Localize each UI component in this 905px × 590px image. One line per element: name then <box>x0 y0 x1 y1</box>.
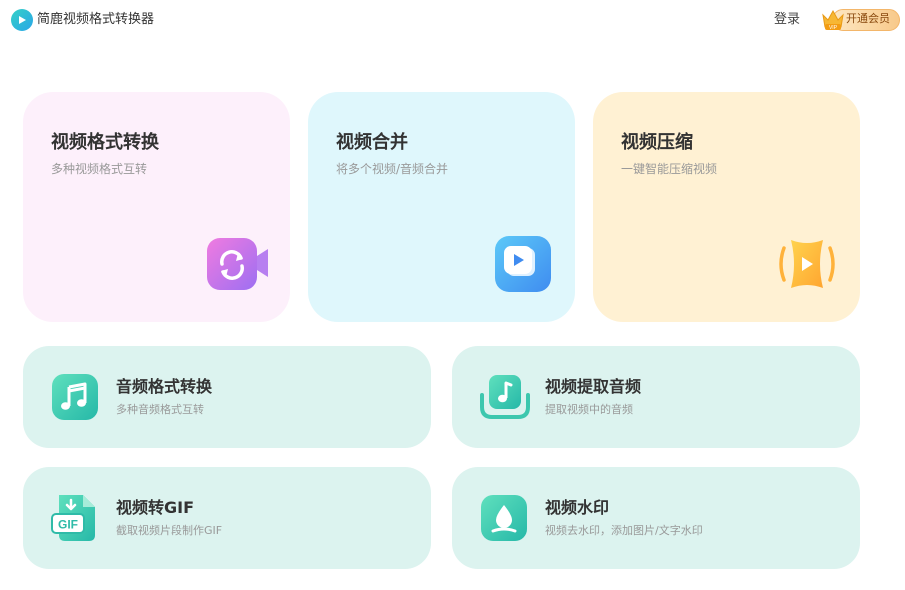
video-merge-card[interactable]: 视频合并 将多个视频/音频合并 <box>308 92 575 322</box>
music-note-icon <box>52 374 98 420</box>
video-to-gif-title: 视频转GIF <box>116 498 195 517</box>
crown-icon: VIP <box>822 9 844 31</box>
extract-audio-card[interactable]: 视频提取音频 提取视频中的音频 <box>452 346 860 448</box>
video-compress-title: 视频压缩 <box>621 132 693 153</box>
watermark-card[interactable]: 视频水印 视频去水印，添加图片/文字水印 <box>452 467 860 569</box>
extract-audio-title: 视频提取音频 <box>545 377 642 396</box>
audio-convert-title: 音频格式转换 <box>116 377 213 396</box>
video-merge-subtitle: 将多个视频/音频合并 <box>336 162 449 176</box>
water-drop-icon <box>481 495 527 541</box>
app-logo-icon <box>11 9 33 31</box>
refresh-video-icon <box>207 238 268 290</box>
gif-file-icon: GIF <box>51 495 95 541</box>
compress-play-icon <box>779 240 835 288</box>
audio-convert-card[interactable]: 音频格式转换 多种音频格式互转 <box>23 346 431 448</box>
svg-text:GIF: GIF <box>58 518 78 532</box>
music-extract-icon <box>480 375 530 419</box>
top-bar: 简鹿视频格式转换器 登录 VIP 开通会员 <box>0 0 905 42</box>
play-stack-icon <box>495 236 551 292</box>
watermark-subtitle: 视频去水印，添加图片/文字水印 <box>545 524 703 537</box>
video-merge-title: 视频合并 <box>336 132 408 153</box>
video-compress-card[interactable]: 视频压缩 一键智能压缩视频 <box>593 92 860 322</box>
video-to-gif-subtitle: 截取视频片段制作GIF <box>116 524 223 537</box>
video-convert-title: 视频格式转换 <box>51 132 159 153</box>
app-title: 简鹿视频格式转换器 <box>37 12 155 27</box>
login-link[interactable]: 登录 <box>774 11 800 29</box>
audio-convert-subtitle: 多种音频格式互转 <box>116 403 204 416</box>
extract-audio-subtitle: 提取视频中的音频 <box>545 403 633 416</box>
video-to-gif-card[interactable]: GIF 视频转GIF 截取视频片段制作GIF <box>23 467 431 569</box>
vip-button[interactable]: VIP 开通会员 <box>820 7 902 33</box>
video-compress-subtitle: 一键智能压缩视频 <box>621 162 718 176</box>
video-convert-subtitle: 多种视频格式互转 <box>51 162 148 176</box>
svg-text:VIP: VIP <box>829 25 838 31</box>
watermark-title: 视频水印 <box>545 498 610 517</box>
vip-label: 开通会员 <box>846 12 890 25</box>
video-convert-card[interactable]: 视频格式转换 多种视频格式互转 <box>23 92 290 322</box>
